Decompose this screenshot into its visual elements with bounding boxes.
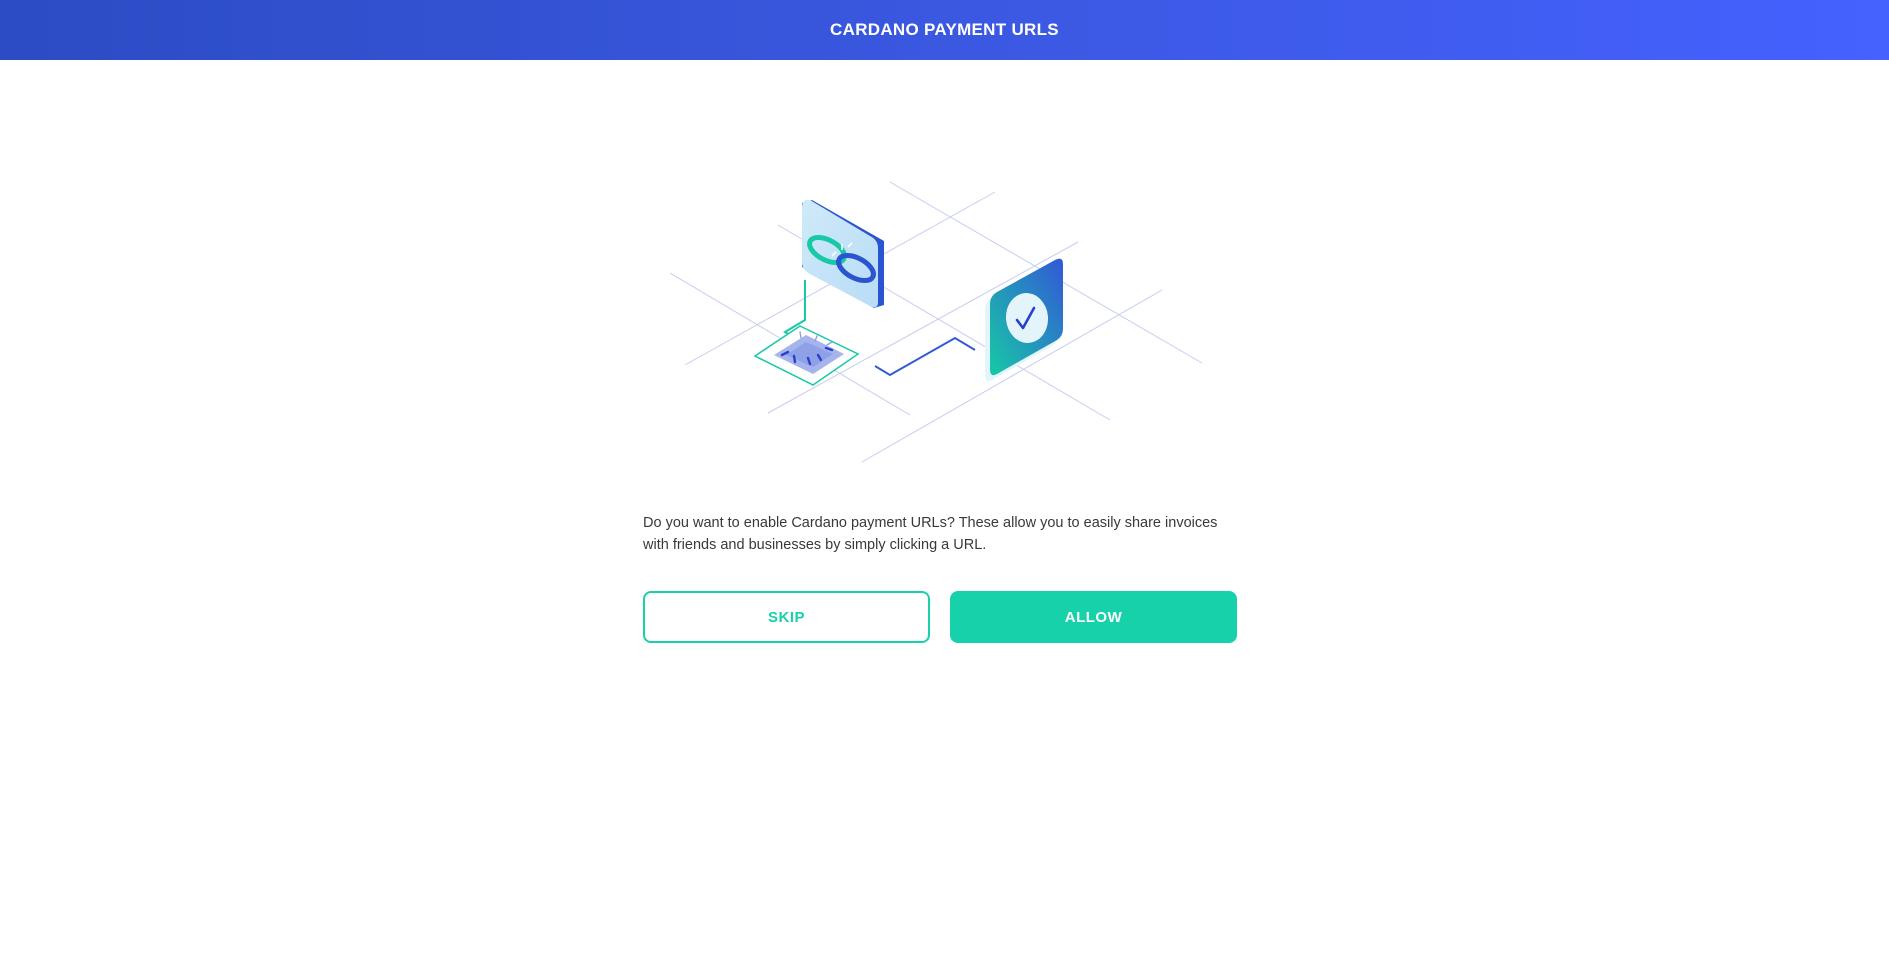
grid-lines (670, 181, 1203, 463)
enable-payment-urls-message: Do you want to enable Cardano payment UR… (643, 515, 1218, 553)
blue-connector (874, 336, 976, 377)
page-title: CARDANO PAYMENT URLS (830, 20, 1059, 39)
top-bar: CARDANO PAYMENT URLS (0, 0, 1889, 60)
checkmark-icon (985, 258, 1063, 382)
payment-url-illustration (670, 181, 1203, 463)
link-icon (802, 199, 884, 308)
chip-icon (753, 325, 860, 386)
allow-button[interactable]: ALLOW (950, 591, 1237, 643)
skip-button[interactable]: SKIP (643, 591, 930, 643)
